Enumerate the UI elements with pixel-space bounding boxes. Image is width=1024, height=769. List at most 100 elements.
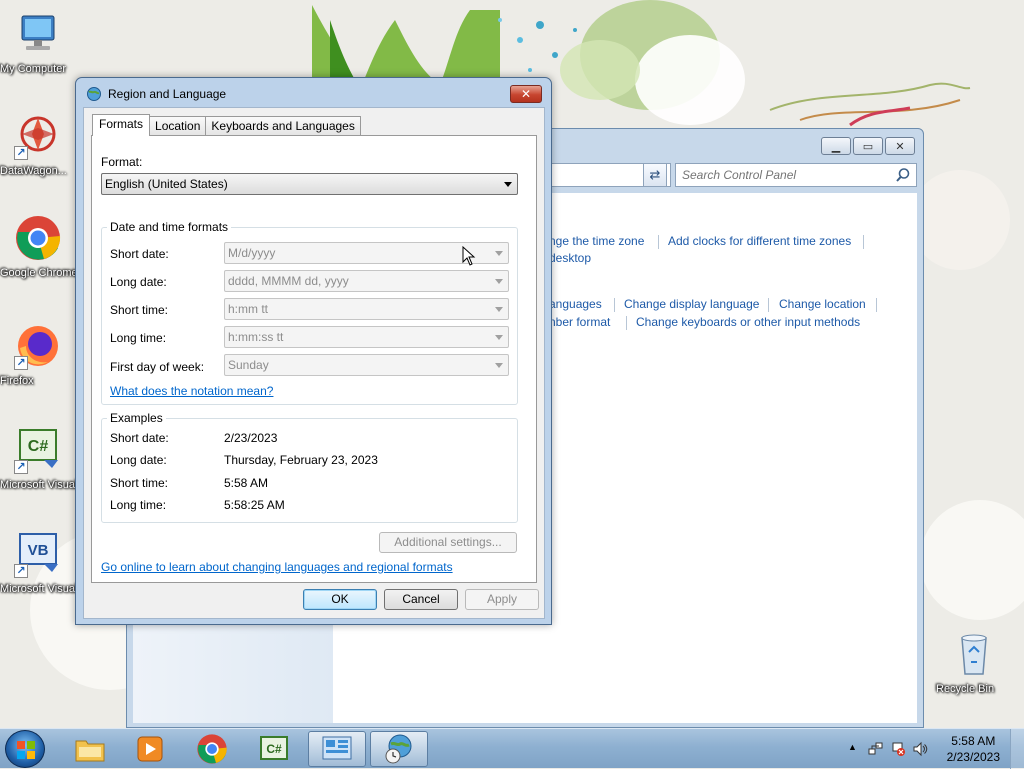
chevron-down-icon bbox=[495, 251, 503, 256]
dialog-titlebar: Region and Language bbox=[86, 85, 226, 103]
taskbar-media-player[interactable] bbox=[121, 731, 179, 767]
recycle-bin-icon bbox=[950, 630, 998, 678]
maximize-icon: ▭ bbox=[862, 140, 874, 153]
system-tray: ▲ 5:58 AM 2/23/2023 bbox=[824, 729, 1024, 769]
example-short-time-value: 5:58 AM bbox=[224, 476, 269, 490]
notation-help-link[interactable]: What does the notation mean? bbox=[110, 384, 273, 398]
mouse-cursor-icon bbox=[462, 246, 476, 266]
desktop-icon-label: Google Chrome bbox=[0, 267, 78, 279]
search-icon[interactable] bbox=[895, 167, 911, 183]
refresh-button[interactable]: ⇄ bbox=[643, 163, 667, 187]
change-keyboards-link[interactable]: Change keyboards or other input methods bbox=[636, 315, 860, 329]
example-long-time-label: Long time: bbox=[110, 498, 167, 512]
network-icon[interactable] bbox=[868, 741, 884, 757]
close-icon: ✕ bbox=[520, 87, 532, 101]
close-icon: ✕ bbox=[895, 140, 905, 153]
link-separator bbox=[614, 298, 615, 312]
cancel-button[interactable]: Cancel bbox=[384, 589, 458, 610]
additional-settings-button[interactable]: Additional settings... bbox=[379, 532, 517, 553]
desktop-icon-label: Recycle Bin bbox=[936, 683, 995, 695]
show-hidden-icons-icon[interactable]: ▲ bbox=[848, 742, 857, 752]
short-time-dropdown[interactable]: h:mm tt bbox=[224, 298, 509, 320]
start-button[interactable] bbox=[5, 730, 45, 768]
search-box[interactable] bbox=[675, 163, 917, 187]
globe-clock-icon bbox=[87, 87, 101, 101]
desktop-icon-label: Firefox bbox=[0, 375, 34, 387]
short-time-label: Short time: bbox=[110, 303, 169, 317]
link-separator bbox=[768, 298, 769, 312]
desktop-link[interactable]: desktop bbox=[549, 251, 591, 265]
taskbar-chrome[interactable] bbox=[183, 731, 241, 767]
number-format-link[interactable]: nber format bbox=[549, 315, 610, 329]
taskbar-control-panel[interactable] bbox=[308, 731, 366, 767]
ok-button[interactable]: OK bbox=[303, 589, 377, 610]
region-language-dialog[interactable]: Region and Language ✕ Formats Location K… bbox=[75, 77, 552, 625]
change-location-link[interactable]: Change location bbox=[779, 297, 866, 311]
search-input[interactable] bbox=[676, 164, 886, 186]
shortcut-arrow-icon: ↗ bbox=[14, 564, 28, 578]
example-short-date-value: 2/23/2023 bbox=[224, 431, 278, 445]
go-online-link[interactable]: Go online to learn about changing langua… bbox=[101, 560, 453, 574]
desktop-icon-datawagon[interactable]: ↗ DataWagon... bbox=[0, 112, 76, 177]
refresh-icon: ⇄ bbox=[649, 167, 661, 182]
example-short-time-label: Short time: bbox=[110, 476, 169, 490]
taskbar-visual-csharp[interactable]: C# bbox=[245, 731, 303, 767]
short-date-label: Short date: bbox=[110, 247, 169, 261]
change-display-language-link[interactable]: Change display language bbox=[624, 297, 759, 311]
clock-time: 5:58 AM bbox=[951, 734, 996, 748]
desktop-icon-visual-basic[interactable]: VB ↗ Microsoft Visual Basi... bbox=[0, 530, 111, 595]
svg-text:VB: VB bbox=[28, 542, 49, 559]
dialog-title: Region and Language bbox=[108, 87, 227, 101]
desktop-icon-google-chrome[interactable]: Google Chrome bbox=[0, 214, 78, 279]
short-time-value: h:mm tt bbox=[228, 302, 269, 316]
tab-location[interactable]: Location bbox=[149, 116, 207, 136]
short-date-value: M/d/yyyy bbox=[228, 246, 276, 260]
link-separator bbox=[626, 316, 627, 330]
firefox-icon: ↗ bbox=[14, 322, 62, 370]
visual-csharp-icon: C# bbox=[260, 736, 288, 760]
change-time-zone-link[interactable]: nge the time zone bbox=[549, 234, 644, 248]
tab-formats[interactable]: Formats bbox=[92, 114, 151, 136]
windows-logo-icon bbox=[17, 741, 35, 759]
minimize-icon: ▁ bbox=[831, 140, 841, 153]
example-long-date-label: Long date: bbox=[110, 453, 167, 467]
dialog-body: Formats Location Keyboards and Languages… bbox=[83, 107, 545, 619]
chrome-icon bbox=[197, 734, 227, 764]
add-clocks-link[interactable]: Add clocks for different time zones bbox=[668, 234, 851, 248]
first-day-of-week-label: First day of week: bbox=[110, 360, 205, 374]
link-separator bbox=[876, 298, 877, 312]
close-button[interactable]: ✕ bbox=[885, 137, 915, 155]
chevron-down-icon bbox=[495, 307, 503, 312]
example-short-date-label: Short date: bbox=[110, 431, 169, 445]
dialog-close-button[interactable]: ✕ bbox=[510, 85, 542, 103]
taskbar-explorer[interactable] bbox=[61, 731, 119, 767]
chevron-down-icon bbox=[495, 335, 503, 340]
desktop-icon-my-computer[interactable]: My Computer bbox=[0, 10, 76, 75]
computer-icon bbox=[14, 10, 62, 58]
show-desktop-button[interactable] bbox=[1010, 729, 1024, 769]
apply-button[interactable]: Apply bbox=[465, 589, 539, 610]
tab-keyboards-and-languages[interactable]: Keyboards and Languages bbox=[205, 116, 361, 136]
datawagon-icon: ↗ bbox=[14, 112, 62, 160]
long-date-dropdown[interactable]: dddd, MMMM dd, yyyy bbox=[224, 270, 509, 292]
action-center-icon[interactable] bbox=[890, 741, 906, 757]
desktop-icon-firefox[interactable]: ↗ Firefox bbox=[0, 322, 76, 387]
first-day-of-week-dropdown[interactable]: Sunday bbox=[224, 354, 509, 376]
volume-icon[interactable] bbox=[912, 741, 928, 757]
languages-link[interactable]: anguages bbox=[549, 297, 602, 311]
taskbar-region-language[interactable] bbox=[370, 731, 428, 767]
desktop-icon-label: DataWagon... bbox=[0, 165, 67, 177]
desktop-icon-recycle-bin[interactable]: Recycle Bin bbox=[936, 630, 1012, 695]
svg-text:C#: C# bbox=[266, 742, 282, 756]
desktop-icon-visual-csharp[interactable]: C# ↗ Microsoft Visual C# ... bbox=[0, 426, 107, 491]
long-time-dropdown[interactable]: h:mm:ss tt bbox=[224, 326, 509, 348]
taskbar: C# ▲ 5:58 AM 2/23/2023 bbox=[0, 728, 1024, 769]
shortcut-arrow-icon: ↗ bbox=[14, 460, 28, 474]
clock[interactable]: 5:58 AM 2/23/2023 bbox=[947, 733, 1000, 765]
group-title: Examples bbox=[107, 411, 166, 425]
shortcut-arrow-icon: ↗ bbox=[14, 356, 28, 370]
minimize-button[interactable]: ▁ bbox=[821, 137, 851, 155]
maximize-button[interactable]: ▭ bbox=[853, 137, 883, 155]
format-dropdown[interactable]: English (United States) bbox=[101, 173, 518, 195]
group-title: Date and time formats bbox=[107, 220, 232, 234]
